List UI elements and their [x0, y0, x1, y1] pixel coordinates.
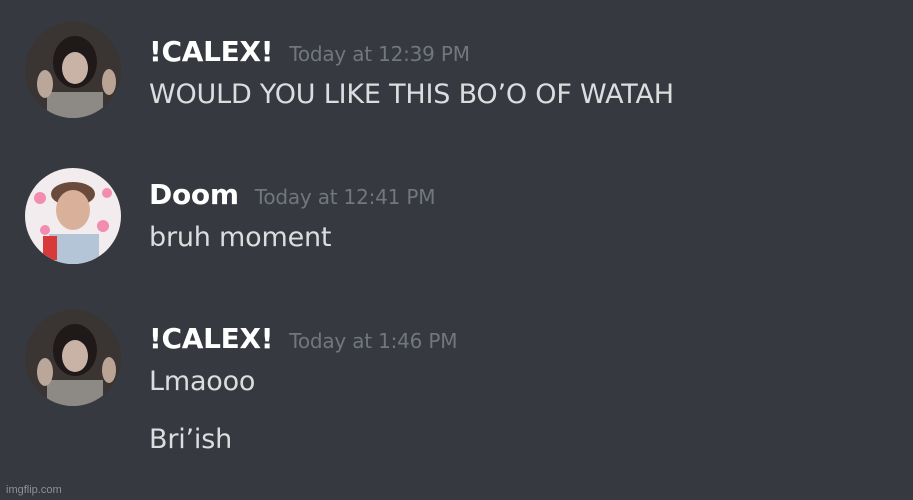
message-text: WOULD YOU LIKE THIS BO’O OF WATAH	[149, 79, 674, 110]
user-avatar-icon	[25, 22, 121, 118]
timestamp[interactable]: Today at 1:46 PM	[289, 329, 457, 353]
user-avatar-icon	[25, 310, 121, 406]
user-avatar-icon	[25, 168, 121, 264]
timestamp[interactable]: Today at 12:41 PM	[255, 185, 436, 209]
message-text: bruh moment	[149, 222, 332, 253]
avatar[interactable]	[25, 22, 121, 118]
avatar[interactable]	[25, 310, 121, 406]
message-text: Bri’ish	[149, 424, 232, 455]
watermark: imgflip.com	[6, 484, 62, 496]
message-header: !CALEX! Today at 1:46 PM	[149, 322, 457, 355]
username[interactable]: !CALEX!	[149, 322, 274, 355]
username[interactable]: Doom	[149, 178, 239, 211]
message-text: Lmaooo	[149, 366, 256, 397]
message-header: !CALEX! Today at 12:39 PM	[149, 35, 470, 68]
avatar[interactable]	[25, 168, 121, 264]
message-header: Doom Today at 12:41 PM	[149, 178, 435, 211]
username[interactable]: !CALEX!	[149, 35, 274, 68]
timestamp[interactable]: Today at 12:39 PM	[289, 42, 470, 66]
